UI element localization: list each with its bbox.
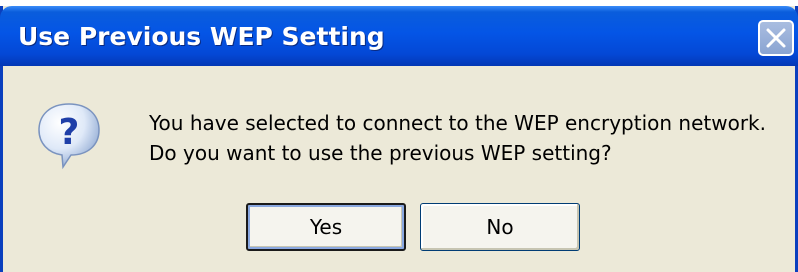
question-icon: ?	[38, 103, 100, 170]
title-bar[interactable]: Use Previous WEP Setting	[0, 6, 798, 66]
dialog-message: You have selected to connect to the WEP …	[149, 108, 766, 168]
dialog-window: Use Previous WEP Setting ? You have sele…	[0, 6, 798, 272]
message-line-1: You have selected to connect to the WEP …	[149, 111, 766, 135]
close-button[interactable]	[758, 20, 794, 56]
svg-text:?: ?	[59, 112, 80, 153]
yes-button[interactable]: Yes	[246, 203, 406, 251]
window-title: Use Previous WEP Setting	[18, 22, 385, 51]
message-line-2: Do you want to use the previous WEP sett…	[149, 141, 612, 165]
no-button[interactable]: No	[420, 203, 580, 251]
close-icon	[766, 28, 786, 48]
